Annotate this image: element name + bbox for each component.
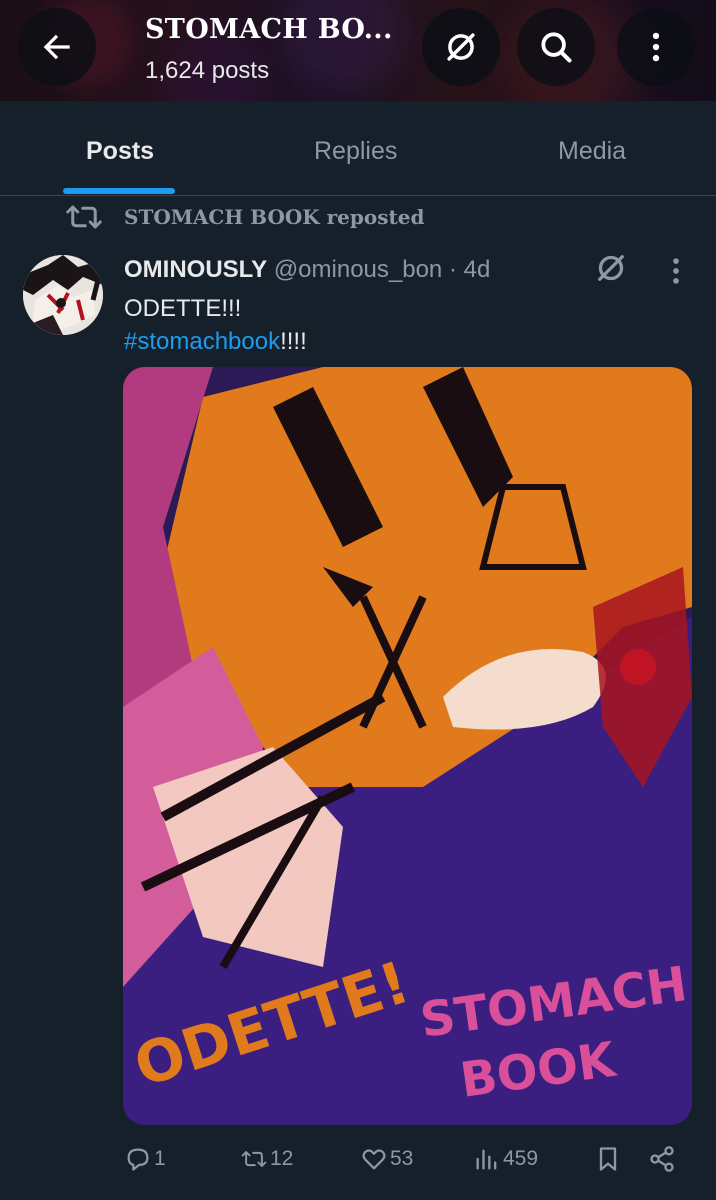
- grok-button[interactable]: [422, 8, 500, 86]
- more-vertical-icon: [652, 32, 660, 62]
- search-button[interactable]: [517, 8, 595, 86]
- repost-count: 12: [270, 1147, 294, 1170]
- repost-label: STOMACH BOOK reposted: [124, 205, 425, 229]
- reply-button[interactable]: 1: [124, 1145, 166, 1173]
- post-text-line: ODETTE!!!: [124, 295, 242, 322]
- separator: ·: [448, 256, 457, 283]
- author-avatar[interactable]: [23, 255, 103, 335]
- profile-tabs: Posts Replies Media: [0, 101, 716, 196]
- repost-button[interactable]: 12: [240, 1145, 293, 1173]
- post-actions: 1 12 53 459: [0, 1145, 716, 1181]
- more-options-button[interactable]: [617, 8, 695, 86]
- tab-media[interactable]: Media: [558, 137, 626, 166]
- profile-header: STOMACH BO... 1,624 posts: [0, 0, 716, 101]
- reply-icon: [127, 1148, 149, 1171]
- post-text-line: #stomachbook!!!!: [124, 325, 307, 358]
- page-title: STOMACH BO...: [145, 14, 393, 45]
- repost-icon: [66, 205, 102, 229]
- heart-icon: [362, 1149, 386, 1170]
- artwork-image: ODETTE! STOMACH BOOK: [123, 367, 692, 1125]
- repost-context[interactable]: STOMACH BOOK reposted: [64, 202, 424, 232]
- bookmark-icon: [599, 1147, 617, 1171]
- like-count: 53: [390, 1147, 414, 1170]
- reply-count: 1: [154, 1147, 166, 1170]
- search-icon: [541, 32, 572, 63]
- post-time[interactable]: 4d: [464, 256, 491, 283]
- post-text: ODETTE!!! #stomachbook!!!!: [124, 292, 307, 358]
- avatar-image: [23, 255, 103, 335]
- back-arrow-icon: [43, 34, 70, 60]
- like-button[interactable]: 53: [360, 1145, 413, 1173]
- share-button[interactable]: [648, 1145, 678, 1173]
- view-count: 459: [503, 1147, 539, 1170]
- post-count: 1,624 posts: [145, 57, 270, 84]
- repost-icon: [241, 1151, 267, 1167]
- active-tab-indicator: [63, 188, 175, 194]
- tab-replies[interactable]: Replies: [314, 137, 397, 166]
- tab-posts[interactable]: Posts: [86, 137, 154, 166]
- hashtag-link[interactable]: #stomachbook: [124, 328, 280, 355]
- post-more-icon[interactable]: [664, 254, 688, 288]
- views-chart-icon: [476, 1149, 497, 1170]
- views-button[interactable]: 459: [473, 1145, 538, 1173]
- bookmark-button[interactable]: [594, 1145, 624, 1173]
- author-handle[interactable]: @ominous_bon: [274, 256, 442, 283]
- hashtag-suffix: !!!!: [280, 328, 307, 355]
- post-header: OMINOUSLY @ominous_bon · 4d: [124, 256, 490, 284]
- grok-icon: [447, 33, 475, 61]
- author-name[interactable]: OMINOUSLY: [124, 256, 267, 283]
- grok-icon[interactable]: [593, 250, 629, 286]
- back-button[interactable]: [18, 8, 96, 86]
- share-icon: [650, 1146, 674, 1172]
- post-media-image[interactable]: ODETTE! STOMACH BOOK: [123, 367, 692, 1125]
